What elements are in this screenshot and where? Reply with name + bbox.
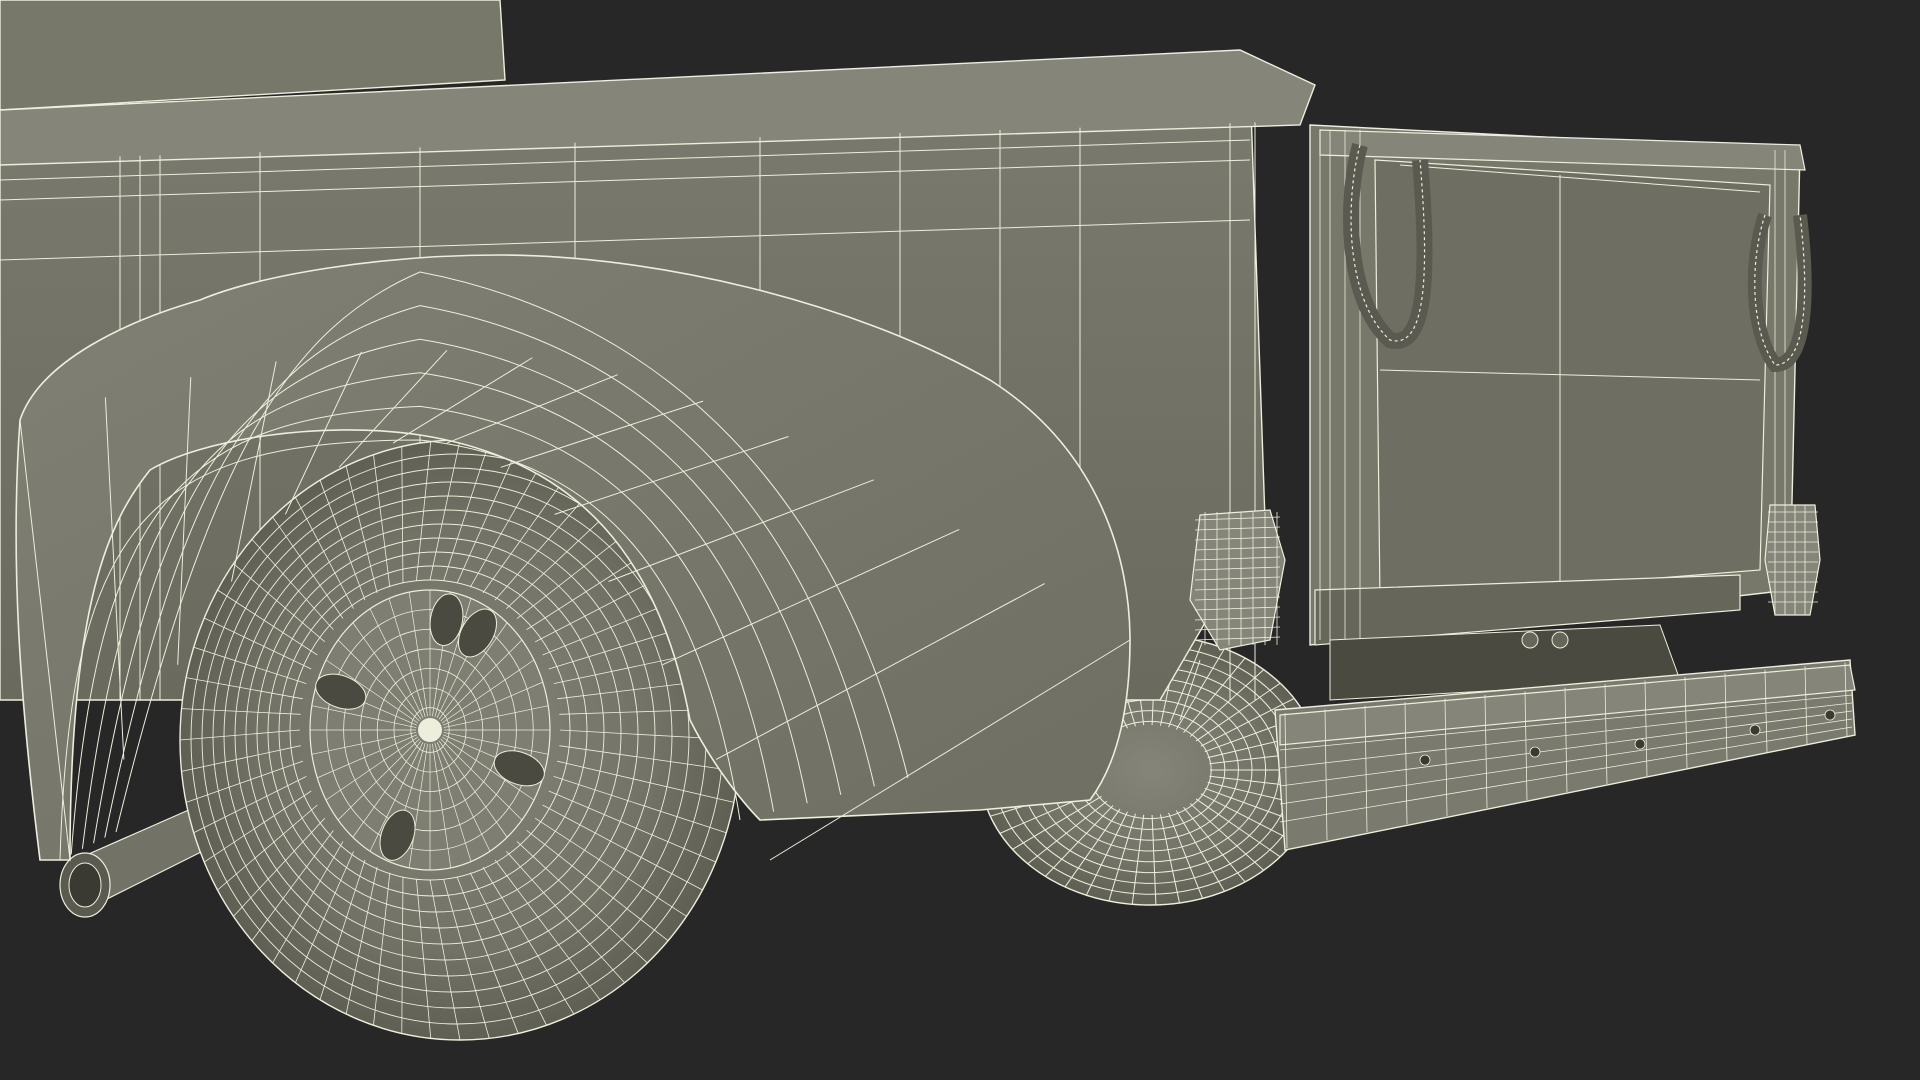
truck-wireframe-scene	[0, 0, 1920, 1080]
wheel-hub	[309, 589, 551, 871]
tailgate	[1309, 124, 1806, 646]
render-viewport	[0, 0, 1920, 1080]
tail-light-right	[1764, 504, 1821, 616]
